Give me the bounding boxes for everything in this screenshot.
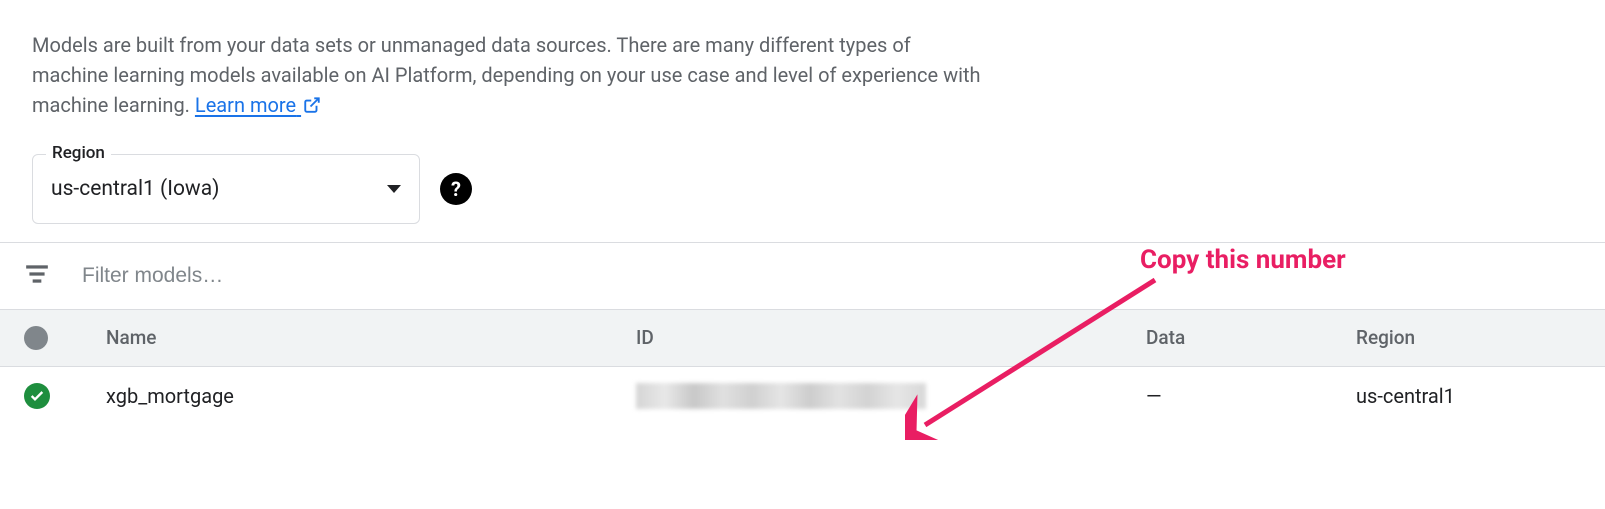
learn-more-label: Learn more bbox=[195, 93, 296, 117]
column-header-data[interactable]: Data bbox=[1146, 326, 1356, 349]
filter-icon bbox=[24, 261, 50, 291]
region-label: Region bbox=[46, 143, 111, 163]
help-icon[interactable]: ? bbox=[440, 173, 472, 205]
region-value: us-central1 (Iowa) bbox=[51, 177, 219, 201]
table-row[interactable]: xgb_mortgage — us-central1 bbox=[0, 367, 1605, 425]
redacted-id bbox=[636, 383, 926, 409]
model-data: — bbox=[1146, 384, 1356, 408]
model-name[interactable]: xgb_mortgage bbox=[106, 384, 636, 408]
description-text: Models are built from your data sets or … bbox=[32, 30, 992, 122]
status-header-icon bbox=[24, 326, 48, 350]
model-id bbox=[636, 383, 1146, 409]
column-header-id[interactable]: ID bbox=[636, 326, 1146, 349]
external-link-icon bbox=[303, 92, 321, 122]
column-header-region[interactable]: Region bbox=[1356, 326, 1581, 349]
region-select[interactable]: us-central1 (Iowa) bbox=[32, 154, 420, 224]
chevron-down-icon bbox=[387, 185, 401, 193]
description-body: Models are built from your data sets or … bbox=[32, 33, 981, 117]
filter-input[interactable] bbox=[82, 264, 1581, 288]
status-success-icon bbox=[24, 383, 50, 409]
table-header-row: Name ID Data Region bbox=[0, 309, 1605, 367]
model-region: us-central1 bbox=[1356, 384, 1581, 408]
column-header-name[interactable]: Name bbox=[106, 326, 636, 349]
learn-more-link[interactable]: Learn more bbox=[195, 93, 321, 117]
